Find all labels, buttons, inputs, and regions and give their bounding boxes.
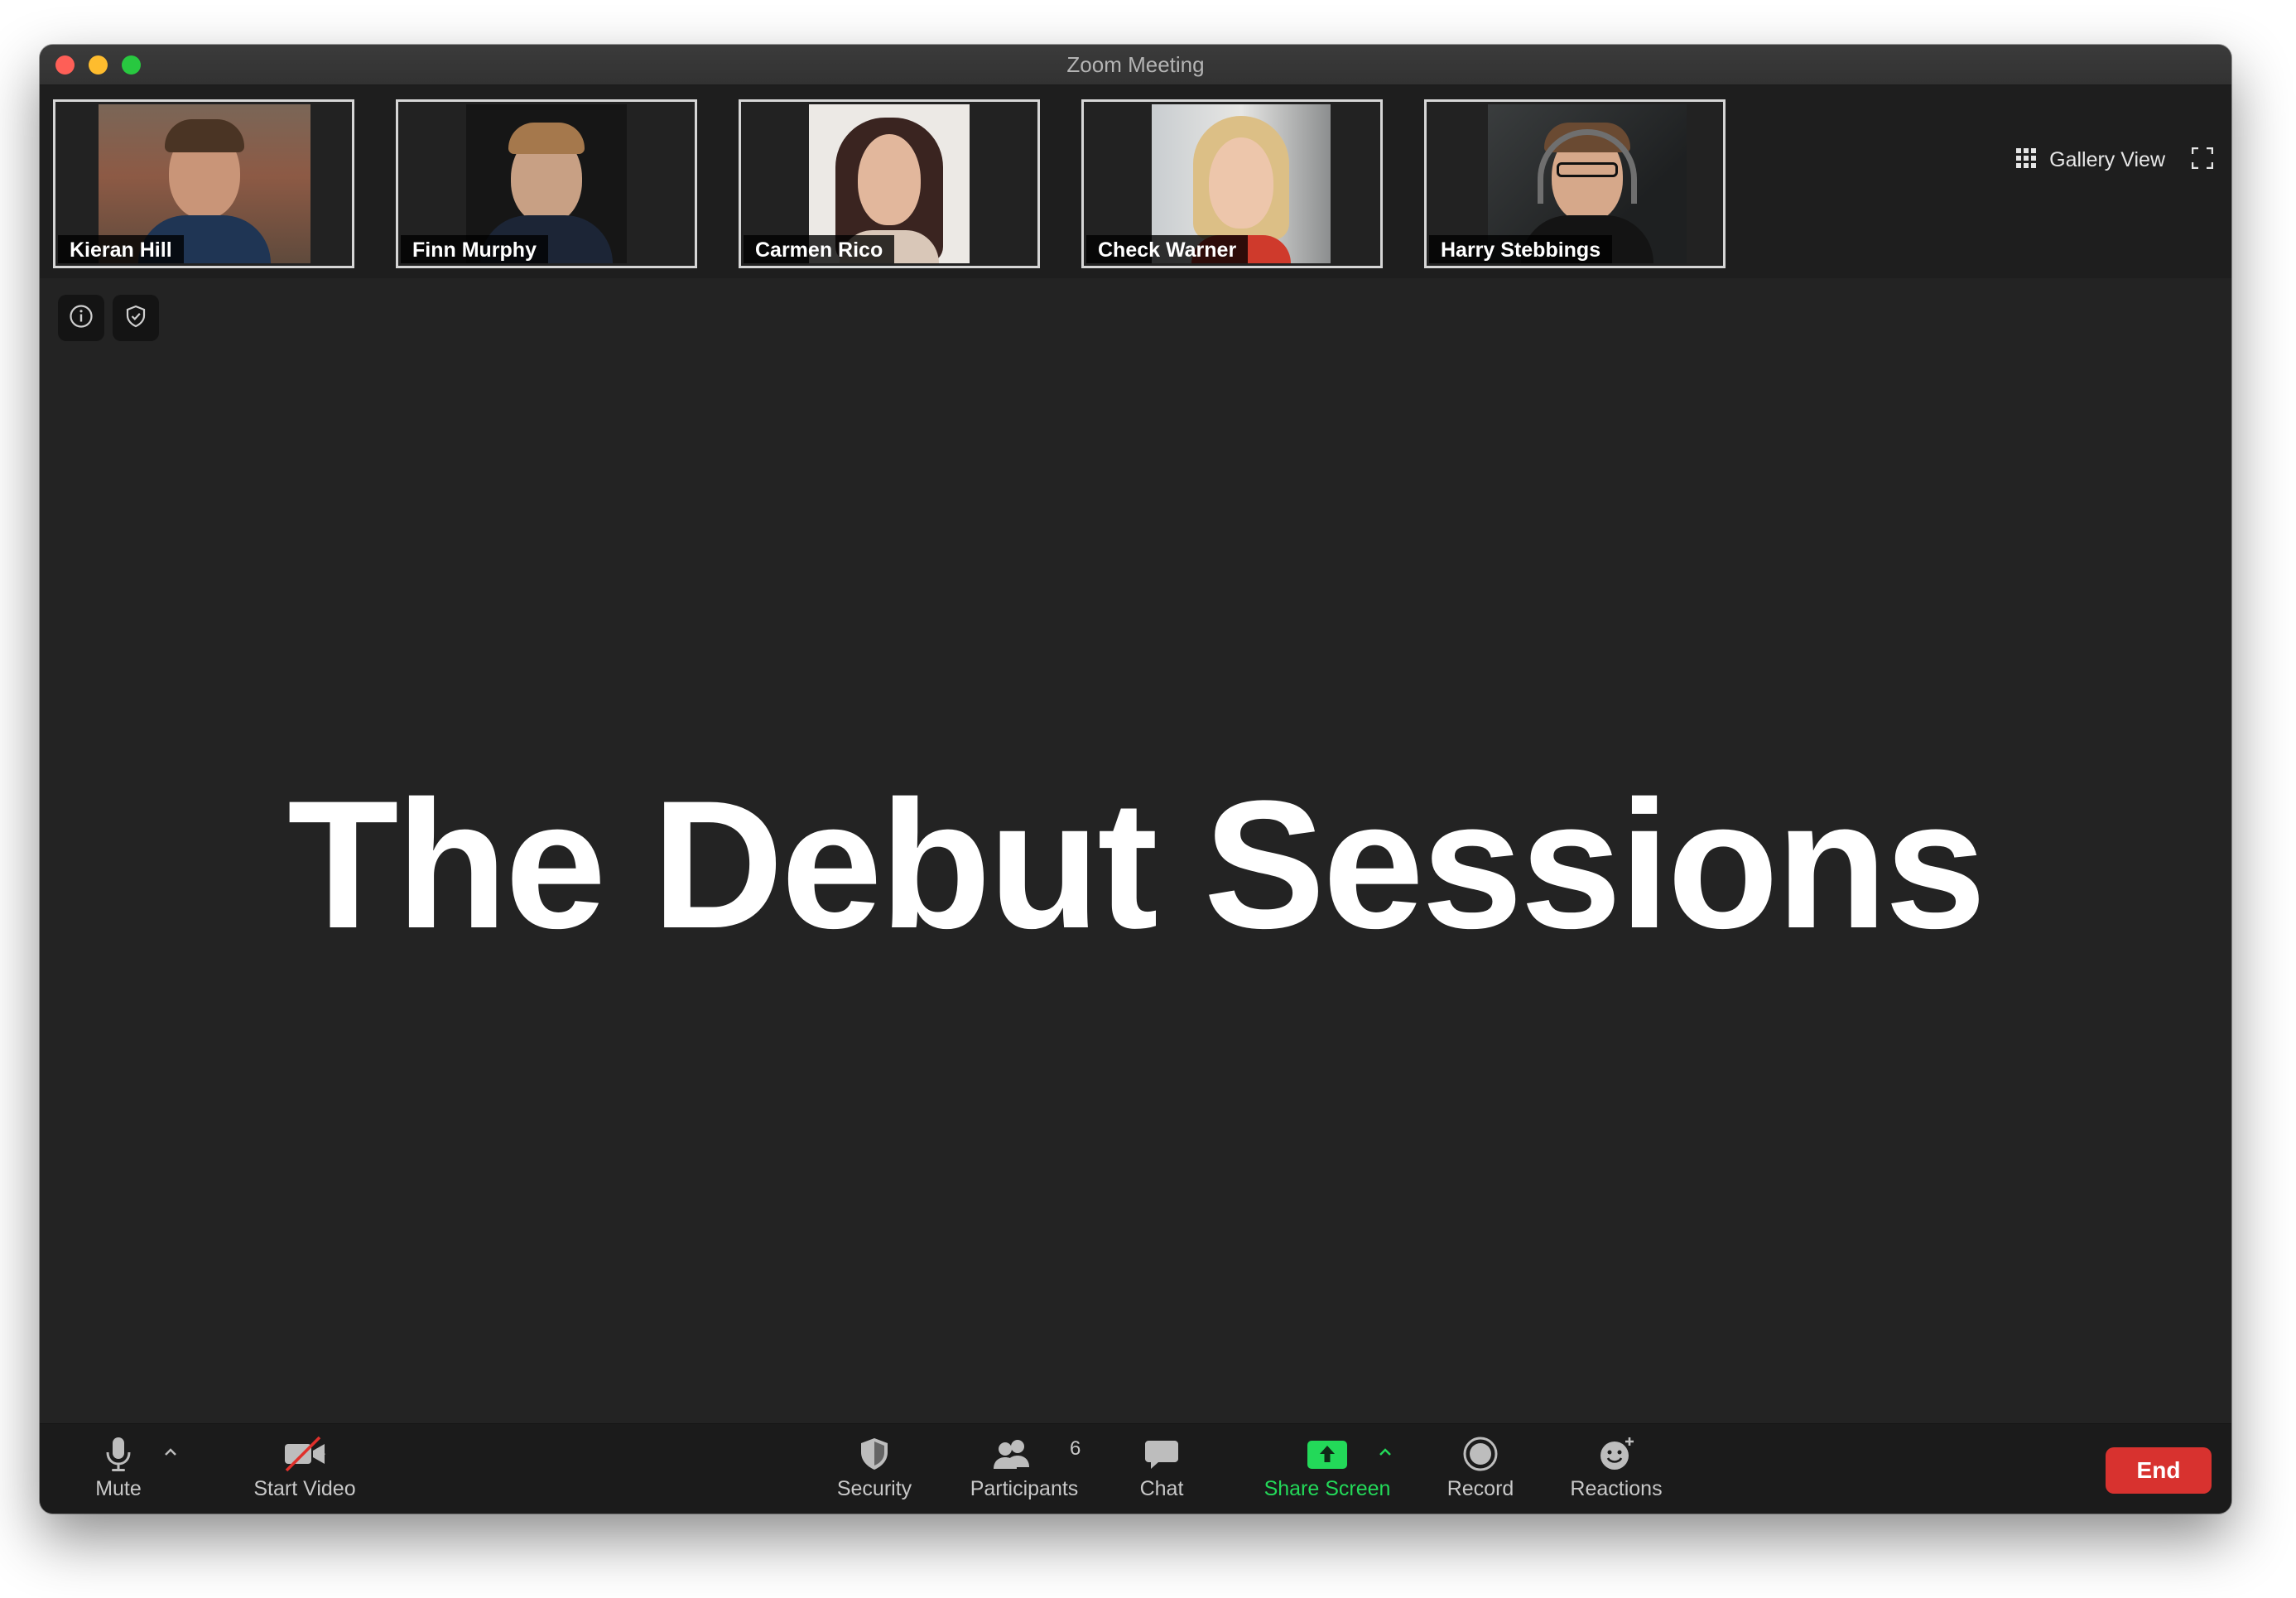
participants-count: 6 [1070, 1437, 1081, 1460]
info-icon [69, 304, 94, 333]
end-meeting-button[interactable]: End [2106, 1447, 2212, 1494]
meeting-toolbar: Mute Start Video Security 6 Participants… [40, 1423, 2231, 1514]
video-options-caret[interactable] [310, 1442, 330, 1462]
share-screen-label: Share Screen [1264, 1477, 1391, 1500]
shared-screen-title: The Debut Sessions [287, 763, 1986, 966]
chevron-up-icon [1375, 1448, 1395, 1466]
participant-name: Check Warner [1086, 235, 1249, 263]
reactions-button[interactable]: Reactions [1558, 1424, 1674, 1514]
audio-options-caret[interactable] [161, 1442, 181, 1462]
window-title: Zoom Meeting [1066, 52, 1205, 77]
participant-tile[interactable]: Harry Stebbings [1424, 99, 1726, 268]
record-button[interactable]: Record [1431, 1424, 1530, 1514]
chat-button[interactable]: Chat [1116, 1424, 1207, 1514]
participant-tile[interactable]: Check Warner [1081, 99, 1383, 268]
chevron-up-icon [161, 1448, 181, 1466]
meeting-info-button[interactable] [58, 295, 104, 341]
start-video-label: Start Video [253, 1477, 356, 1500]
mute-label: Mute [95, 1477, 142, 1500]
participants-label: Participants [970, 1477, 1079, 1500]
participant-tile[interactable]: Finn Murphy [396, 99, 697, 268]
shield-check-icon [123, 304, 148, 333]
participants-icon [991, 1436, 1034, 1476]
start-video-button[interactable]: Start Video [222, 1424, 387, 1514]
share-options-caret[interactable] [1375, 1442, 1395, 1462]
participant-name: Kieran Hill [58, 235, 184, 263]
participant-tile[interactable]: Kieran Hill [53, 99, 354, 268]
participant-strip: Kieran Hill Finn Murphy Carmen Rico Chec… [40, 85, 2231, 278]
title-bar: Zoom Meeting [40, 45, 2231, 85]
microphone-icon [104, 1436, 132, 1476]
participant-tile[interactable]: Carmen Rico [739, 99, 1040, 268]
security-label: Security [836, 1477, 912, 1500]
zoom-meeting-window: Zoom Meeting Kieran Hill Finn Murphy Car… [40, 45, 2231, 1514]
security-button[interactable]: Security [818, 1424, 931, 1514]
participant-name: Harry Stebbings [1429, 235, 1613, 263]
reaction-smiley-icon [1596, 1436, 1636, 1476]
chat-bubble-icon [1143, 1436, 1180, 1476]
participant-name: Carmen Rico [744, 235, 895, 263]
reactions-label: Reactions [1570, 1477, 1663, 1500]
fullscreen-icon [2191, 147, 2214, 172]
gallery-view-label: Gallery View [2049, 147, 2165, 171]
shield-icon [858, 1436, 891, 1476]
fullscreen-button[interactable] [2191, 147, 2214, 173]
record-label: Record [1446, 1477, 1514, 1500]
view-controls: Gallery View [2016, 143, 2214, 176]
grid-icon [2016, 147, 2037, 172]
share-screen-button[interactable]: Share Screen [1249, 1424, 1406, 1514]
chevron-up-icon [310, 1448, 330, 1466]
chat-label: Chat [1139, 1477, 1184, 1500]
participants-button[interactable]: 6 Participants [954, 1424, 1095, 1514]
gallery-view-button[interactable]: Gallery View [2016, 147, 2165, 172]
participant-name: Finn Murphy [401, 235, 548, 263]
encryption-info-button[interactable] [113, 295, 159, 341]
share-screen-icon [1306, 1436, 1349, 1476]
mute-button[interactable]: Mute [73, 1424, 164, 1514]
record-icon [1462, 1436, 1499, 1476]
